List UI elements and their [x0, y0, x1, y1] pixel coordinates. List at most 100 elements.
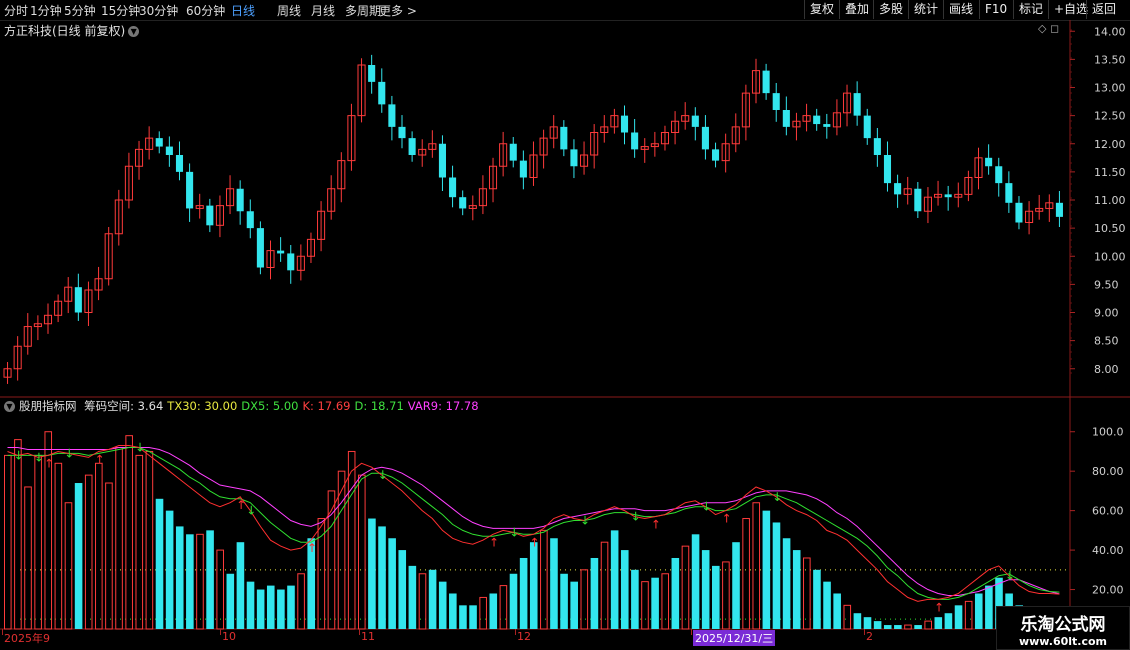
- histogram-bar: [934, 617, 943, 629]
- histogram-bar: [165, 510, 174, 629]
- candle-body: [175, 155, 184, 172]
- period-3[interactable]: 15分钟: [101, 2, 140, 19]
- histogram-bar: [428, 569, 437, 629]
- histogram-bar: [175, 526, 184, 629]
- candle-body: [256, 228, 264, 268]
- histogram-bar: [570, 581, 578, 629]
- histogram-bar: [277, 589, 285, 629]
- candle-body: [408, 138, 416, 155]
- indicator-field-2: DX5: 5.00: [241, 399, 299, 413]
- histogram-bar: [823, 581, 831, 629]
- price-label: 12.50: [1094, 110, 1126, 123]
- toolbar-button-2[interactable]: 多股: [873, 0, 908, 19]
- histogram-bar: [620, 550, 629, 629]
- toolbar-button-1[interactable]: 叠加: [839, 0, 874, 19]
- period-0[interactable]: 分时: [4, 2, 28, 19]
- histogram-bar: [954, 605, 963, 629]
- histogram-bar: [206, 530, 214, 629]
- period-2[interactable]: 5分钟: [64, 2, 96, 19]
- candle-body: [853, 93, 861, 116]
- histogram-bar: [449, 593, 457, 629]
- price-label: 13.00: [1094, 82, 1126, 95]
- date-axis: 2025年9 10 11 12 2025/12/31/三 2: [0, 629, 1070, 650]
- histogram-bar: [469, 605, 477, 629]
- buy-arrow-icon: ↑: [651, 518, 661, 532]
- toolbar-button-6[interactable]: 标记: [1013, 0, 1048, 19]
- sell-arrow-icon: ↓: [246, 504, 256, 518]
- candle-body: [206, 205, 214, 226]
- ind-axis-label: 100.0: [1092, 426, 1124, 439]
- histogram-bar: [752, 502, 761, 630]
- histogram-bar: [95, 462, 103, 630]
- histogram-bar: [105, 482, 113, 630]
- price-label: 9.50: [1094, 278, 1119, 291]
- price-label: 8.50: [1094, 335, 1119, 348]
- histogram-bar: [560, 573, 568, 629]
- histogram-bar: [125, 435, 133, 630]
- histogram-bar: [813, 569, 821, 629]
- period-8[interactable]: 月线: [311, 2, 335, 19]
- period-7[interactable]: 周线: [277, 2, 301, 19]
- histogram-bar: [529, 542, 538, 629]
- histogram-bar: [378, 526, 386, 629]
- buy-arrow-icon: ↑: [722, 512, 732, 526]
- histogram-bar: [115, 447, 123, 630]
- sell-arrow-icon: ↓: [580, 514, 590, 528]
- toolbar-button-0[interactable]: 复权: [804, 0, 839, 19]
- buy-arrow-icon: ↑: [307, 541, 317, 555]
- candle-body: [995, 166, 1003, 184]
- date-label-2: 11: [361, 630, 375, 643]
- candle-body: [1015, 202, 1023, 223]
- candle-body: [236, 188, 244, 212]
- period-1[interactable]: 1分钟: [30, 2, 62, 19]
- sell-arrow-icon: ↓: [701, 500, 711, 514]
- buy-arrow-icon: ↑: [44, 456, 54, 470]
- toolbar-button-4[interactable]: 画线: [943, 0, 978, 19]
- indicator-field-0: 筹码空间: 3.64: [84, 399, 164, 413]
- histogram-bar: [4, 454, 12, 630]
- ind-axis-label: 40.00: [1092, 544, 1124, 557]
- histogram-bar: [580, 569, 589, 630]
- histogram-bar: [226, 573, 235, 629]
- indicator-field-3: K: 17.69: [302, 399, 351, 413]
- histogram-bar: [661, 573, 670, 630]
- histogram-bar: [600, 541, 609, 630]
- histogram-bar: [287, 585, 295, 629]
- histogram-bar: [610, 530, 619, 629]
- toolbar-button-8[interactable]: 返回: [1086, 0, 1121, 19]
- histogram-bar: [196, 533, 204, 630]
- histogram-bar: [489, 593, 498, 629]
- buy-arrow-icon: ↑: [95, 452, 105, 466]
- price-label: 11.50: [1094, 166, 1126, 179]
- toolbar-button-3[interactable]: 统计: [908, 0, 943, 19]
- histogram-bar: [540, 529, 548, 630]
- period-6[interactable]: 日线: [231, 2, 255, 19]
- histogram-bar: [135, 454, 144, 630]
- candle-body: [863, 115, 871, 139]
- candle-body: [782, 110, 790, 127]
- candle-body: [398, 126, 406, 139]
- candle-body: [509, 143, 517, 161]
- price-label: 8.00: [1094, 363, 1119, 376]
- candle-body: [186, 171, 194, 209]
- candle-body: [712, 149, 720, 161]
- date-tick: [220, 629, 221, 635]
- candle-body: [813, 115, 821, 125]
- period-10[interactable]: 更多 >: [379, 2, 417, 19]
- candle-body: [914, 188, 922, 212]
- histogram-bar: [985, 585, 993, 629]
- period-9[interactable]: 多周期: [345, 2, 381, 19]
- period-5[interactable]: 60分钟: [186, 2, 225, 19]
- indicator-menu-icon[interactable]: ▼: [4, 401, 15, 412]
- histogram-bar: [873, 621, 882, 629]
- candle-body: [560, 126, 568, 150]
- period-4[interactable]: 30分钟: [139, 2, 178, 19]
- histogram-bar: [54, 462, 63, 630]
- toolbar-button-5[interactable]: F10: [979, 0, 1012, 19]
- histogram-bar: [186, 534, 194, 629]
- sell-arrow-icon: ↓: [64, 446, 74, 460]
- candle-body: [449, 177, 457, 198]
- histogram-bar: [358, 474, 366, 630]
- candle-body: [165, 146, 173, 155]
- histogram-bar: [651, 577, 659, 629]
